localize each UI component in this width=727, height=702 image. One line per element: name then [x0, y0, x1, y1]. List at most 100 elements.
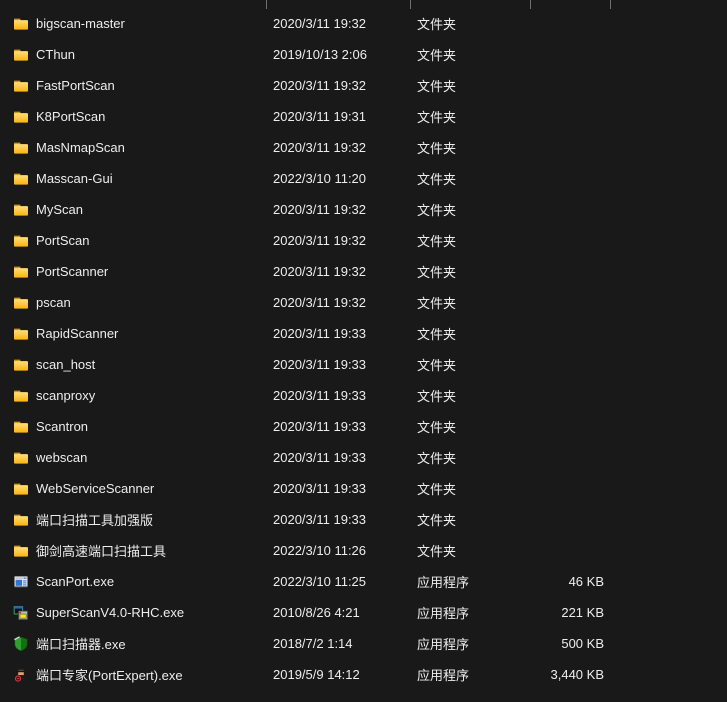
file-type: 文件夹 — [417, 17, 457, 32]
file-type: 文件夹 — [417, 110, 457, 125]
file-size: 46 KB — [568, 574, 604, 589]
file-type: 文件夹 — [417, 513, 457, 528]
file-type: 文件夹 — [417, 327, 457, 342]
file-type: 应用程序 — [417, 575, 470, 590]
file-size: 500 KB — [561, 636, 604, 651]
file-type: 文件夹 — [417, 358, 457, 373]
file-row[interactable]: webscan 2020/3/11 19:33 文件夹 — [0, 442, 727, 473]
folder-icon — [13, 233, 29, 249]
file-explorer-window: bigscan-master 2020/3/11 19:32 文件夹 CThun… — [0, 0, 727, 702]
file-name-cell: Masscan-Gui — [0, 171, 266, 187]
file-name: scanproxy — [36, 388, 96, 403]
file-type: 文件夹 — [417, 451, 457, 466]
file-row[interactable]: MasNmapScan 2020/3/11 19:32 文件夹 — [0, 132, 727, 163]
folder-icon — [13, 543, 29, 559]
folder-icon — [13, 450, 29, 466]
folder-icon — [13, 326, 29, 342]
file-row[interactable]: 端口专家(PortExpert).exe 2019/5/9 14:12 应用程序… — [0, 659, 727, 690]
file-size: 3,440 KB — [550, 667, 605, 682]
file-name-cell: PortScan — [0, 233, 266, 249]
file-name: Masscan-Gui — [36, 171, 113, 186]
file-type: 文件夹 — [417, 48, 457, 63]
file-name-cell: Scantron — [0, 419, 266, 435]
date-modified: 2020/3/11 19:33 — [273, 388, 367, 403]
date-modified: 2020/3/11 19:33 — [273, 326, 367, 341]
date-modified: 2020/3/11 19:33 — [273, 357, 367, 372]
file-name: 端口扫描器.exe — [36, 637, 126, 652]
folder-icon — [13, 264, 29, 280]
folder-icon — [13, 109, 29, 125]
file-name-cell: WebServiceScanner — [0, 481, 266, 497]
file-row[interactable]: PortScanner 2020/3/11 19:32 文件夹 — [0, 256, 727, 287]
date-modified: 2010/8/26 4:21 — [273, 605, 360, 620]
file-type: 文件夹 — [417, 265, 457, 280]
file-type: 文件夹 — [417, 234, 457, 249]
file-row[interactable]: ScanPort.exe 2022/3/10 11:25 应用程序 46 KB — [0, 566, 727, 597]
file-row[interactable]: WebServiceScanner 2020/3/11 19:33 文件夹 — [0, 473, 727, 504]
file-row[interactable]: CThun 2019/10/13 2:06 文件夹 — [0, 39, 727, 70]
date-modified: 2020/3/11 19:32 — [273, 140, 367, 155]
file-row[interactable]: K8PortScan 2020/3/11 19:31 文件夹 — [0, 101, 727, 132]
folder-icon — [13, 419, 29, 435]
file-type: 文件夹 — [417, 296, 457, 311]
file-row[interactable]: scan_host 2020/3/11 19:33 文件夹 — [0, 349, 727, 380]
file-name-cell: 端口专家(PortExpert).exe — [0, 665, 266, 684]
folder-icon — [13, 357, 29, 373]
date-modified: 2019/5/9 14:12 — [273, 667, 360, 682]
file-type: 文件夹 — [417, 79, 457, 94]
date-modified: 2020/3/11 19:32 — [273, 16, 367, 31]
folder-icon — [13, 16, 29, 32]
file-name: ScanPort.exe — [36, 574, 115, 589]
file-name-cell: PortScanner — [0, 264, 266, 280]
file-name-cell: MyScan — [0, 202, 266, 218]
file-row[interactable]: FastPortScan 2020/3/11 19:32 文件夹 — [0, 70, 727, 101]
file-name: bigscan-master — [36, 16, 125, 31]
file-name: PortScanner — [36, 264, 109, 279]
file-name: PortScan — [36, 233, 90, 248]
file-name: 端口扫描工具加强版 — [36, 513, 154, 528]
file-name: pscan — [36, 295, 71, 310]
file-type: 文件夹 — [417, 172, 457, 187]
file-type: 文件夹 — [417, 544, 457, 559]
date-modified: 2020/3/11 19:33 — [273, 419, 367, 434]
folder-icon — [13, 388, 29, 404]
file-size: 221 KB — [561, 605, 604, 620]
folder-icon — [13, 140, 29, 156]
file-type: 文件夹 — [417, 482, 457, 497]
file-name-cell: scan_host — [0, 357, 266, 373]
file-row[interactable]: scanproxy 2020/3/11 19:33 文件夹 — [0, 380, 727, 411]
file-name: CThun — [36, 47, 76, 62]
date-modified: 2020/3/11 19:32 — [273, 295, 367, 310]
file-type: 应用程序 — [417, 637, 470, 652]
file-row[interactable]: PortScan 2020/3/11 19:32 文件夹 — [0, 225, 727, 256]
file-row[interactable]: MyScan 2020/3/11 19:32 文件夹 — [0, 194, 727, 225]
file-row[interactable]: Masscan-Gui 2022/3/10 11:20 文件夹 — [0, 163, 727, 194]
file-row[interactable]: 端口扫描器.exe 2018/7/2 1:14 应用程序 500 KB — [0, 628, 727, 659]
file-name-cell: RapidScanner — [0, 326, 266, 342]
date-modified: 2020/3/11 19:32 — [273, 78, 367, 93]
date-modified: 2019/10/13 2:06 — [273, 47, 367, 62]
file-row[interactable]: SuperScanV4.0-RHC.exe 2010/8/26 4:21 应用程… — [0, 597, 727, 628]
file-type: 应用程序 — [417, 668, 470, 683]
file-row[interactable]: bigscan-master 2020/3/11 19:32 文件夹 — [0, 8, 727, 39]
date-modified: 2020/3/11 19:33 — [273, 512, 367, 527]
file-row[interactable]: RapidScanner 2020/3/11 19:33 文件夹 — [0, 318, 727, 349]
file-name-cell: scanproxy — [0, 388, 266, 404]
file-row[interactable]: 御剑高速端口扫描工具 2022/3/10 11:26 文件夹 — [0, 535, 727, 566]
folder-icon — [13, 202, 29, 218]
file-row[interactable]: 端口扫描工具加强版 2020/3/11 19:33 文件夹 — [0, 504, 727, 535]
folder-icon — [13, 47, 29, 63]
date-modified: 2020/3/11 19:32 — [273, 202, 367, 217]
shield-app-icon — [13, 635, 29, 652]
file-type: 文件夹 — [417, 141, 457, 156]
file-name: Scantron — [36, 419, 89, 434]
date-modified: 2022/3/10 11:20 — [273, 171, 367, 186]
file-name-cell: 御剑高速端口扫描工具 — [0, 541, 266, 560]
file-row[interactable]: Scantron 2020/3/11 19:33 文件夹 — [0, 411, 727, 442]
file-name: 御剑高速端口扫描工具 — [36, 544, 167, 559]
file-list: bigscan-master 2020/3/11 19:32 文件夹 CThun… — [0, 8, 727, 690]
file-name: K8PortScan — [36, 109, 106, 124]
file-row[interactable]: pscan 2020/3/11 19:32 文件夹 — [0, 287, 727, 318]
date-modified: 2020/3/11 19:33 — [273, 450, 367, 465]
folder-icon — [13, 295, 29, 311]
